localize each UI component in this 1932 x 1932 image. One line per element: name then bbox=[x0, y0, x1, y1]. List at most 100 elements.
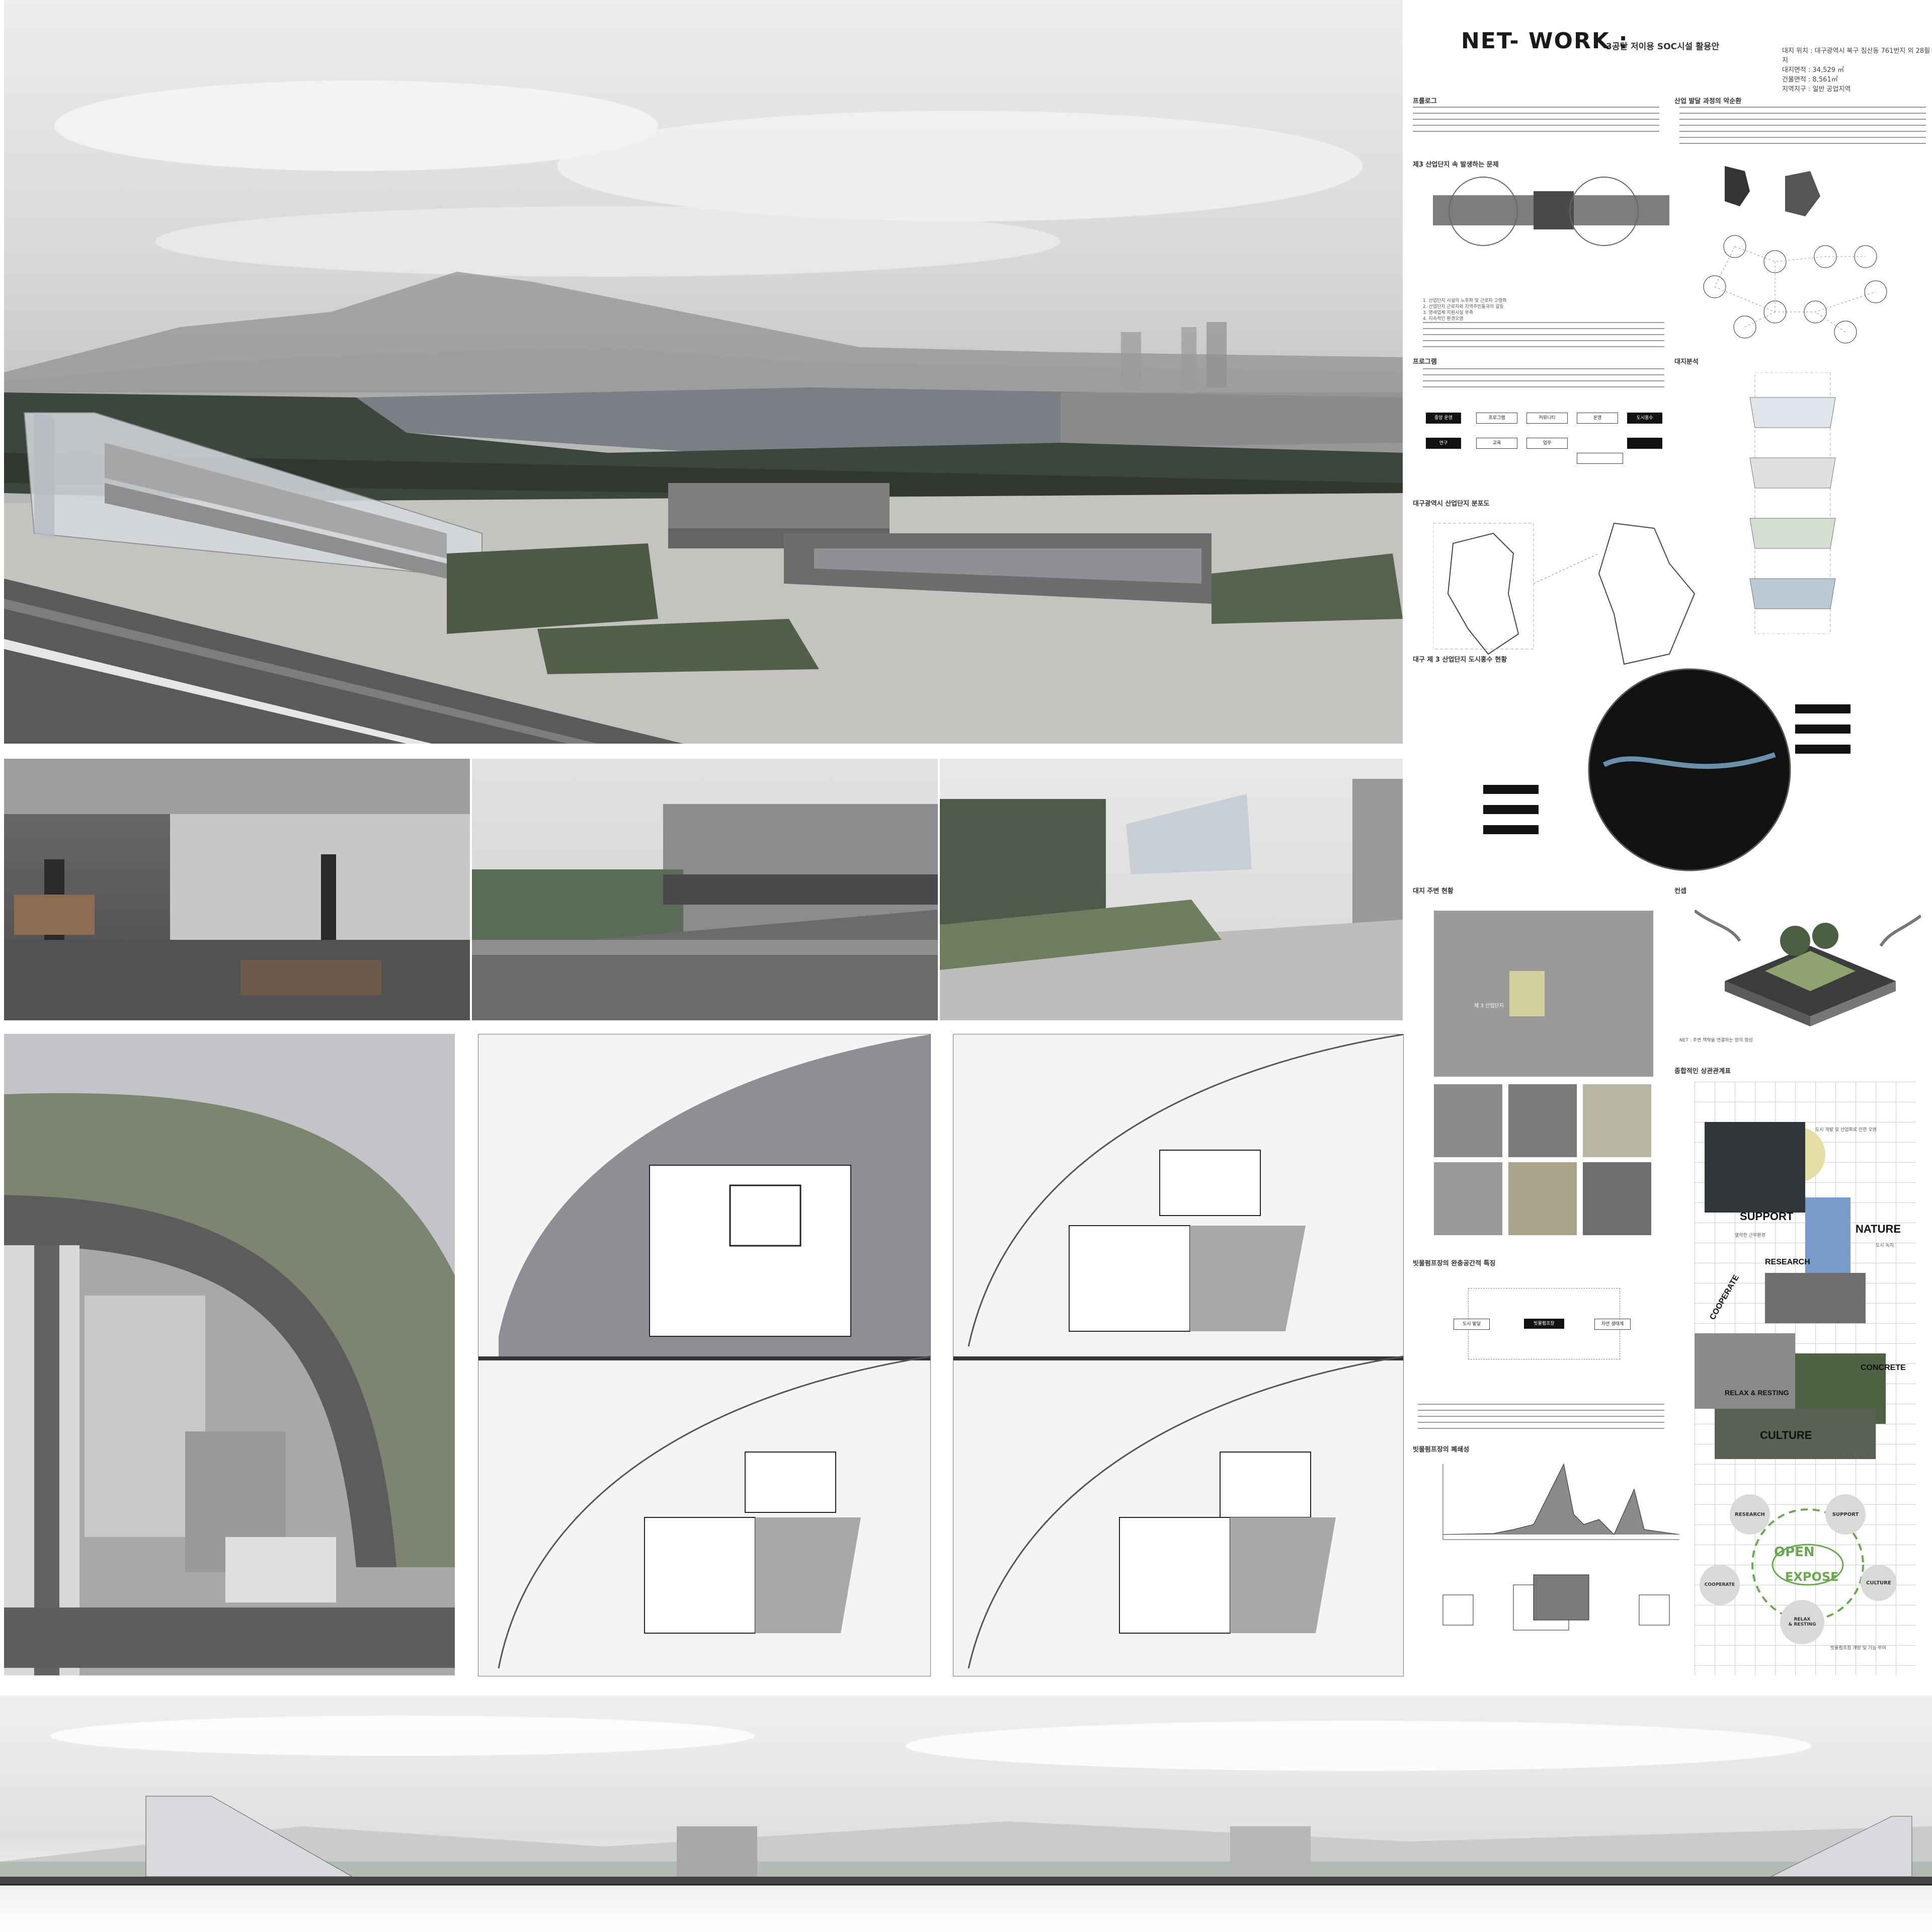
word-culture: CULTURE bbox=[1760, 1429, 1812, 1441]
hero-scene bbox=[4, 80, 1403, 744]
terrace-render bbox=[472, 759, 938, 1020]
cycle-expose: EXPOSE bbox=[1785, 1570, 1839, 1584]
surroundings-heading: 대지 주변 현황 bbox=[1413, 888, 1454, 895]
program-node: 프로그램 bbox=[1476, 413, 1517, 424]
cycle-node-culture: CULTURE bbox=[1861, 1565, 1897, 1601]
site-analysis-heading: 대지분석 bbox=[1674, 358, 1699, 366]
word-cooperate: COOPERATE bbox=[1708, 1273, 1741, 1322]
cycle-node-support: SUPPORT bbox=[1825, 1494, 1866, 1535]
photo bbox=[1583, 1162, 1651, 1235]
collage-label: 환경 문화 조성 bbox=[1845, 1455, 1874, 1460]
buffer-node: 빗물펌프장 bbox=[1524, 1319, 1564, 1329]
problems-text bbox=[1423, 322, 1664, 352]
collage-block bbox=[1705, 1122, 1805, 1213]
cycle-open: OPEN bbox=[1774, 1545, 1815, 1560]
site-plan-render bbox=[4, 1034, 455, 1675]
floor-plan-drawing bbox=[478, 1034, 930, 1669]
surroundings-map: 제 3 산업단지 bbox=[1434, 911, 1653, 1077]
legend-bar bbox=[1795, 704, 1850, 713]
concept-heading: 컨셉 bbox=[1674, 888, 1686, 895]
buffer-diagram: 도시 발달 빗물펌프장 자연 생태계 bbox=[1454, 1288, 1631, 1359]
interior-scene bbox=[4, 759, 470, 1020]
problems-heading: 제3 산업단지 속 발생하는 문제 bbox=[1413, 161, 1499, 169]
problem-item: 1. 산업단지 시설의 노후화 및 근로자 고령화 bbox=[1423, 298, 1507, 303]
legend-bar bbox=[1483, 805, 1539, 814]
program-node-dark bbox=[1627, 438, 1662, 449]
distribution-heading: 대구광역시 산업단지 분포도 bbox=[1413, 500, 1490, 508]
industrial-heading: 산업 발달 과정의 악순환 bbox=[1674, 98, 1742, 105]
program-node: 업무 bbox=[1526, 438, 1568, 449]
word-research: RESEARCH bbox=[1765, 1258, 1810, 1266]
buffer-node: 자연 생태계 bbox=[1594, 1319, 1631, 1330]
word-concrete: CONCRETE bbox=[1861, 1363, 1906, 1372]
closedness-heading: 빗물펌프장의 폐쇄성 bbox=[1413, 1446, 1470, 1454]
program-node: 중앙 운영 bbox=[1426, 413, 1461, 424]
concept-text: NET : 주변 맥락을 연결하는 망의 형성 bbox=[1679, 1038, 1753, 1043]
problem-item: 2. 산업단지 근로자와 지역주민들과의 갈등 bbox=[1423, 304, 1504, 309]
site-highlight bbox=[1509, 971, 1545, 1016]
program-node: 커뮤니티 bbox=[1526, 413, 1568, 424]
program-text bbox=[1423, 368, 1664, 388]
collage-label: 도시 녹지 bbox=[1876, 1243, 1894, 1248]
photo bbox=[1583, 1084, 1651, 1157]
photo bbox=[1508, 1084, 1577, 1157]
upper-floor-plans bbox=[953, 1034, 1404, 1676]
legend-bar bbox=[1795, 725, 1850, 734]
legend-bar bbox=[1483, 785, 1539, 794]
flood-heading: 대구 제 3 산업단지 도시홍수 현황 bbox=[1413, 656, 1507, 664]
collage-research-block bbox=[1765, 1273, 1866, 1323]
section-elevation bbox=[0, 1696, 1932, 1932]
site-plan-drawing bbox=[4, 1034, 455, 1675]
photo bbox=[1434, 1084, 1502, 1157]
photo bbox=[1434, 1162, 1502, 1235]
cycle-node-research: RESEARCH bbox=[1730, 1494, 1770, 1535]
zoning: 지역지구 : 일반 공업지역 bbox=[1782, 86, 1851, 93]
closedness-graph bbox=[1442, 1463, 1680, 1631]
problem-item: 3. 영세업체 지원시설 부족 bbox=[1423, 310, 1473, 315]
buffer-heading: 빗물펌프장의 완충공간적 특징 bbox=[1413, 1260, 1496, 1267]
site-analysis-layers bbox=[1749, 372, 1836, 634]
buffer-node: 도시 발달 bbox=[1454, 1319, 1490, 1330]
word-relax: RELAX & RESTING bbox=[1725, 1389, 1789, 1397]
program-node: 도시홍수 bbox=[1627, 413, 1662, 424]
problem-list: 1. 산업단지 시설의 노후화 및 근로자 고령화 2. 산업단지 근로자와 지… bbox=[1423, 298, 1624, 322]
buffer-text bbox=[1418, 1404, 1664, 1431]
surroundings-photos bbox=[1434, 1084, 1653, 1235]
cycle-network-diagram bbox=[1703, 166, 1887, 344]
program-node: 교육 bbox=[1476, 438, 1517, 449]
collage-label: 열악한 근무환경 bbox=[1735, 1233, 1765, 1238]
photo bbox=[1508, 1162, 1577, 1235]
building-area: 건물면적 : 8,561㎡ bbox=[1782, 76, 1838, 84]
interior-render bbox=[4, 759, 470, 1020]
info-panel: NET- WORK : 3공단 저이용 SOC시설 활용안 대지 위치 : 대구… bbox=[1413, 0, 1932, 1675]
terrace-scene bbox=[472, 804, 938, 1020]
plaza-scene bbox=[940, 779, 1403, 1020]
legend-bar bbox=[1483, 825, 1539, 834]
project-title: NET- WORK : bbox=[1461, 28, 1629, 54]
legend-bar bbox=[1795, 745, 1850, 754]
program-diagram: 중앙 운영 프로그램 커뮤니티 운영 도시홍수 연구 교육 업무 bbox=[1426, 413, 1662, 468]
cycle-node-relax: RELAX & RESTING bbox=[1780, 1600, 1824, 1644]
problems-photo-strip bbox=[1433, 177, 1669, 246]
site-info: 대지 위치 : 대구광역시 북구 침산동 761번지 외 28필지 대지면적 :… bbox=[1782, 46, 1932, 94]
cycle-caption: 빗물펌프장 개방 및 기능 부여 bbox=[1830, 1646, 1886, 1651]
flood-circle-map bbox=[1588, 668, 1791, 871]
site-area: 대지면적 : 34,529 ㎡ bbox=[1782, 66, 1844, 74]
project-subtitle: 3공단 저이용 SOC시설 활용안 bbox=[1606, 42, 1720, 52]
prologue-text bbox=[1413, 107, 1659, 137]
site-location: 대지 위치 : 대구광역시 북구 침산동 761번지 외 28필지 bbox=[1782, 47, 1930, 64]
prologue-heading: 프롤로그 bbox=[1413, 98, 1437, 105]
map-label: 제 3 산업단지 bbox=[1474, 1003, 1504, 1009]
comprehensive-heading: 종합적인 상관관계표 bbox=[1674, 1068, 1731, 1075]
section-drawing bbox=[0, 1716, 1932, 1886]
collage-concrete-block bbox=[1695, 1333, 1795, 1409]
collage-nature-block bbox=[1805, 1197, 1850, 1273]
program-heading: 프로그램 bbox=[1413, 358, 1437, 366]
first-floor-plan bbox=[478, 1034, 931, 1676]
word-support: SUPPORT bbox=[1740, 1210, 1794, 1223]
comprehensive-grid: SUPPORT NATURE RESEARCH COOPERATE CONCRE… bbox=[1695, 1082, 1916, 1675]
cycle-node-cooperate: COOPERATE bbox=[1700, 1565, 1740, 1605]
industrial-text bbox=[1679, 107, 1926, 147]
upper-plan-drawing bbox=[953, 1034, 1403, 1669]
word-nature: NATURE bbox=[1856, 1223, 1901, 1235]
